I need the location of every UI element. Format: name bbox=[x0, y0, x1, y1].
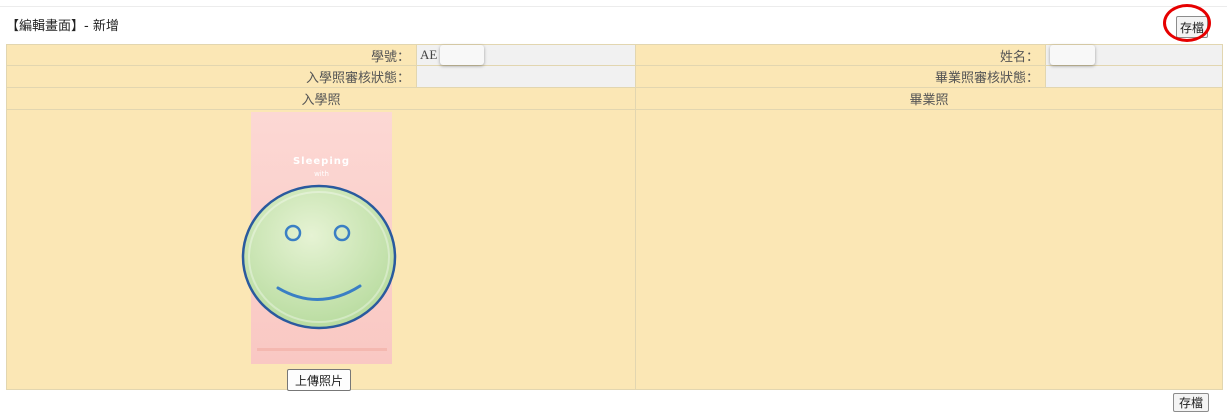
page-title: 【編輯畫面】- 新增 bbox=[6, 19, 119, 34]
enroll-status-value bbox=[416, 65, 636, 88]
poster-title: Sleeping bbox=[292, 156, 351, 167]
redaction-box bbox=[1050, 45, 1095, 65]
grad-status-value bbox=[1045, 65, 1223, 88]
upload-photo-button[interactable]: 上傳照片 bbox=[287, 369, 351, 391]
edit-form: 學號： AE 姓名： 入學照審核狀態： 畢業照審核狀態： 入學照 畢業照 bbox=[6, 44, 1223, 390]
smiley-icon bbox=[241, 184, 397, 330]
grad-photo-cell bbox=[635, 109, 1223, 390]
student-id-text: AE bbox=[420, 47, 438, 62]
grad-status-label: 畢業照審核狀態： bbox=[635, 65, 1046, 88]
redaction-box bbox=[440, 45, 484, 65]
highlight-circle bbox=[1163, 4, 1211, 42]
enroll-photo-header: 入學照 bbox=[6, 87, 636, 110]
save-button-bottom[interactable]: 存檔 bbox=[1173, 393, 1209, 412]
name-label: 姓名： bbox=[635, 44, 1046, 66]
student-id-label: 學號： bbox=[6, 44, 417, 66]
top-divider bbox=[0, 6, 1227, 7]
poster-footer-stripe bbox=[257, 348, 387, 351]
poster-subtitle: with bbox=[314, 170, 329, 178]
enroll-status-label: 入學照審核狀態： bbox=[6, 65, 417, 88]
grad-photo-header: 畢業照 bbox=[635, 87, 1223, 110]
